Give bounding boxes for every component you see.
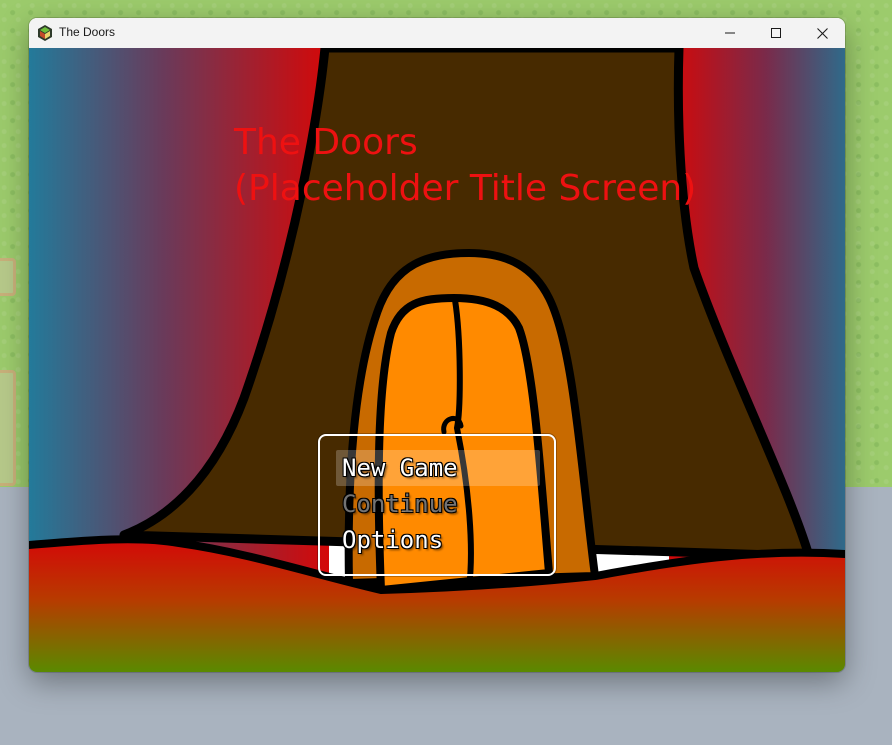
- window-titlebar[interactable]: The Doors: [29, 18, 845, 48]
- window-title: The Doors: [59, 25, 116, 39]
- game-title-line1: The Doors: [234, 122, 418, 163]
- menu-item-new-game[interactable]: New Game: [342, 450, 458, 486]
- title-command-window: New Game Continue Options: [318, 434, 556, 576]
- game-title-line2: (Placeholder Title Screen): [234, 168, 697, 209]
- menu-item-options[interactable]: Options: [342, 522, 443, 558]
- close-icon: [816, 27, 828, 39]
- maximize-button[interactable]: [753, 18, 799, 48]
- game-window: The Doors The Doors (Placeholder Title S…: [29, 18, 845, 672]
- minimize-button[interactable]: [707, 18, 753, 48]
- game-canvas[interactable]: The Doors (Placeholder Title Screen) New…: [29, 48, 845, 672]
- maximize-icon: [771, 28, 781, 38]
- close-button[interactable]: [799, 18, 845, 48]
- grass-tile: [0, 258, 16, 296]
- minimize-icon: [725, 32, 735, 34]
- game-title: The Doors (Placeholder Title Screen): [234, 120, 696, 212]
- grass-tile: [0, 370, 16, 486]
- app-icon: [38, 25, 52, 41]
- menu-item-continue[interactable]: Continue: [342, 486, 458, 522]
